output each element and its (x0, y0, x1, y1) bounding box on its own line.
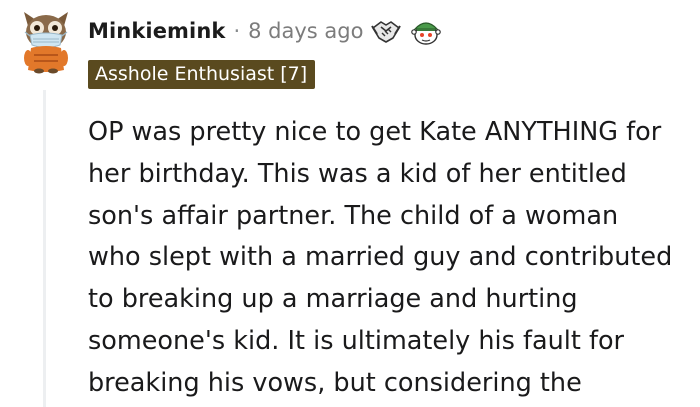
comment-body-line: OP was pretty nice to get Kate ANYTHING … (88, 117, 662, 147)
user-flair: Asshole Enthusiast [7] (88, 60, 316, 89)
comment-body-line: who slept with a married guy and contrib… (88, 242, 673, 273)
comment-body-line: to breaking up a marriage and hurting (88, 284, 578, 315)
comment-body-line: breaking his vows, but considering the (88, 367, 582, 398)
comment-body: OP was pretty nice to get Kate ANYTHING … (88, 112, 700, 405)
user-avatar[interactable] (18, 8, 74, 74)
handshake-award-icon[interactable] (369, 14, 403, 48)
separator-dot: · (233, 19, 241, 43)
comment-body-line: her birthday. This was a kid of her enti… (88, 158, 627, 189)
comment-body-line: son's affair partner. The child of a wom… (88, 200, 619, 231)
timestamp-link[interactable]: 8 days ago (248, 19, 363, 43)
comment-header: Minkiemink · 8 days ago (88, 14, 443, 48)
owl-avatar-icon (24, 12, 68, 74)
comment: Minkiemink · 8 days ago Asshole Enthusia… (0, 0, 700, 407)
thread-collapse-line[interactable] (43, 90, 46, 407)
gamer-snoo-award-icon[interactable] (409, 14, 443, 48)
username-link[interactable]: Minkiemink (88, 19, 225, 43)
comment-body-line: someone's kid. It is ultimately his faul… (88, 325, 625, 356)
